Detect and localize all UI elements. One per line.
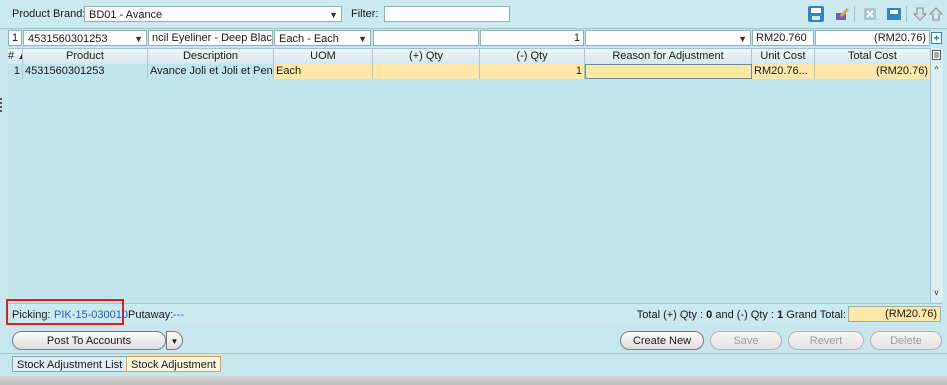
entry-product-value: 4531560301253 xyxy=(28,33,108,45)
scroll-down-icon[interactable]: v xyxy=(932,288,941,297)
table-body xyxy=(8,64,930,302)
totals-mid: and (-) Qty : xyxy=(712,309,778,321)
row-number: 1 xyxy=(8,64,23,79)
picking-link[interactable]: PIK-15-030010 xyxy=(54,307,128,323)
chevron-down-icon: ▼ xyxy=(329,10,338,20)
brand-select-value: BD01 - Avance xyxy=(89,9,163,21)
column-chooser-icon[interactable] xyxy=(932,50,941,60)
toolbar-divider xyxy=(854,6,855,22)
filter-label: Filter: xyxy=(351,8,379,20)
entry-uom-select[interactable]: Each - Each ▼ xyxy=(274,30,371,46)
create-new-button[interactable]: Create New xyxy=(620,331,704,350)
col-header-unit-cost[interactable]: Unit Cost xyxy=(752,49,815,64)
entry-unit-cost-field[interactable]: RM20.760 xyxy=(752,30,814,46)
col-header-uom[interactable]: UOM xyxy=(274,49,373,64)
picking-label: Picking: xyxy=(12,309,51,321)
brand-label: Product Brand: xyxy=(12,8,86,20)
putaway-label: Putaway: xyxy=(128,309,174,321)
tab-stock-adjustment-list[interactable]: Stock Adjustment List xyxy=(12,356,128,372)
post-to-accounts-button[interactable]: Post To Accounts xyxy=(12,331,166,350)
col-header-total-cost[interactable]: Total Cost xyxy=(815,49,930,64)
row-uom[interactable]: Each xyxy=(274,64,373,79)
entry-minus-qty-field[interactable]: 1 xyxy=(480,30,584,46)
table-header: # ▲ Product Description UOM (+) Qty (-) … xyxy=(8,48,930,65)
arrow-up-icon[interactable] xyxy=(928,6,944,22)
grand-total-label: Grand Total: xyxy=(783,309,846,321)
chevron-down-icon: ▼ xyxy=(134,34,143,44)
totals-summary: Total (+) Qty : 0 and (-) Qty : 1 Grand … xyxy=(600,307,846,323)
row-minus-qty[interactable]: 1 xyxy=(480,64,585,79)
delete-button[interactable]: Delete xyxy=(870,331,942,350)
brand-select[interactable]: BD01 - Avance ▼ xyxy=(84,6,342,22)
save-icon[interactable] xyxy=(808,6,824,22)
col-header-number[interactable]: # ▲ xyxy=(8,49,23,64)
post-options-dropdown[interactable]: ▼ xyxy=(166,331,183,350)
add-row-icon[interactable] xyxy=(931,30,942,46)
vertical-scrollbar[interactable]: ^ v xyxy=(930,48,943,302)
col-header-description[interactable]: Description xyxy=(148,49,274,64)
entry-reason-select[interactable]: ▼ xyxy=(585,30,751,46)
entry-plus-qty-field[interactable] xyxy=(373,30,479,46)
delete-icon[interactable] xyxy=(862,6,878,22)
chevron-down-icon: ▼ xyxy=(738,34,747,44)
export-icon[interactable] xyxy=(886,6,902,22)
col-header-minus-qty[interactable]: (-) Qty xyxy=(480,49,585,64)
tab-divider xyxy=(0,353,947,354)
tab-stock-adjustment[interactable]: Stock Adjustment xyxy=(126,356,221,372)
putaway-link[interactable]: --- xyxy=(173,307,184,323)
revert-button[interactable]: Revert xyxy=(788,331,864,350)
scroll-up-icon[interactable]: ^ xyxy=(932,65,941,74)
table-row[interactable]: 1 4531560301253 Avance Joli et Joli et P… xyxy=(8,64,930,79)
entry-product-select[interactable]: 4531560301253 ▼ xyxy=(23,30,147,46)
save-button[interactable]: Save xyxy=(710,331,782,350)
col-header-reason[interactable]: Reason for Adjustment xyxy=(585,49,752,64)
chevron-down-icon: ▼ xyxy=(170,337,179,346)
edit-icon[interactable] xyxy=(834,6,850,22)
chevron-down-icon: ▼ xyxy=(358,34,367,44)
grand-total-value: (RM20.76) xyxy=(848,306,941,322)
row-unit-cost[interactable]: RM20.76... xyxy=(752,64,815,79)
col-header-plus-qty[interactable]: (+) Qty xyxy=(373,49,480,64)
row-reason[interactable] xyxy=(585,64,752,79)
col-header-product[interactable]: Product xyxy=(23,49,148,64)
entry-row-number[interactable]: 1 xyxy=(8,30,22,46)
window-bottom-edge xyxy=(0,376,947,385)
row-description: Avance Joli et Joli et Pen... xyxy=(150,64,274,79)
entry-description-field[interactable]: ncil Eyeliner - Deep Black xyxy=(148,30,273,46)
toolbar-divider xyxy=(906,6,907,22)
totals-prefix: Total (+) Qty : xyxy=(636,309,707,321)
row-product: 4531560301253 xyxy=(23,64,148,79)
toolbar: Product Brand: BD01 - Avance ▼ Filter: xyxy=(0,0,947,29)
row-plus-qty[interactable] xyxy=(373,64,480,79)
resize-handle[interactable] xyxy=(0,98,8,112)
entry-total-cost-field[interactable]: (RM20.76) xyxy=(815,30,930,46)
row-total-cost: (RM20.76) xyxy=(815,64,930,79)
arrow-down-icon[interactable] xyxy=(912,6,928,22)
filter-input[interactable] xyxy=(384,6,510,22)
entry-uom-value: Each - Each xyxy=(279,33,339,45)
